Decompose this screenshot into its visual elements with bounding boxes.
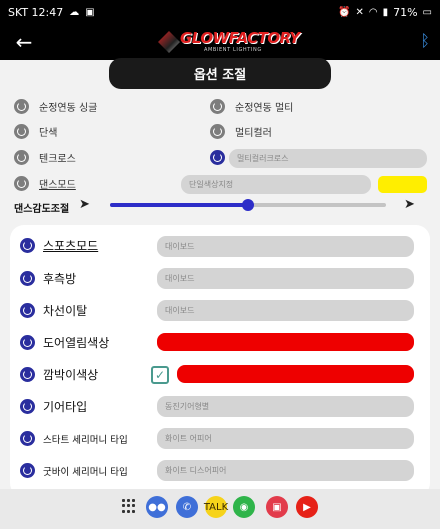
option-label: 순정연동 싱글 [39,103,98,114]
option-oem-multi[interactable]: 순정연동 멀티 [210,99,293,114]
single-color-field[interactable]: 단일색상지정 [181,175,371,194]
battery-text: 71% [393,6,418,19]
dance-sensitivity-label: 댄스감도조절 [14,204,70,215]
rear-side-field[interactable]: 대이보드 [157,268,414,289]
radio-selected-icon[interactable] [20,431,35,446]
option-single-color[interactable]: 단색 [14,124,57,139]
arrow-left-icon[interactable]: ➤ [79,197,90,212]
row-label: 스타트 세리머니 타입 [43,434,128,446]
radio-icon[interactable] [210,99,225,114]
kakaotalk-icon[interactable]: TALK [204,496,228,518]
option-oem-single[interactable]: 순정연동 싱글 [14,99,97,114]
option-multi-color[interactable]: 멀티컬러 [210,124,272,139]
slider-thumb[interactable] [242,199,254,211]
radio-icon[interactable] [210,124,225,139]
messages-icon[interactable]: ●● [146,496,168,518]
back-arrow-icon[interactable]: ← [12,28,36,56]
phone-icon[interactable]: ✆ [176,496,198,518]
arrow-right-icon[interactable]: ➤ [404,197,415,212]
settings-panel [10,225,430,497]
row-sport-mode[interactable]: 스포츠모드 [20,237,98,254]
start-ceremony-field[interactable]: 화이트 어피어 [157,428,414,449]
sport-mode-field[interactable]: 대이보드 [157,236,414,257]
app-dock: ●● ✆ TALK ◉ ▣ ▶ [0,489,440,529]
door-open-color-bar[interactable] [157,333,414,351]
bluetooth-icon[interactable]: ᛒ [420,31,430,50]
row-blinker-color[interactable]: 깜박이색상 [20,366,98,383]
logo-wordmark: GLOWFACTORY [180,29,300,47]
radio-selected-icon[interactable] [20,335,35,350]
radio-selected-icon[interactable] [210,150,225,165]
radio-selected-icon[interactable] [20,271,35,286]
wifi-icon: ◠ [368,7,378,18]
option-label: 순정연동 멀티 [235,103,294,114]
radio-icon[interactable] [14,99,29,114]
row-label: 도어열림색상 [43,336,110,350]
alarm-icon: ⏰ [338,7,351,18]
gallery-icon: ▣ [85,7,95,18]
radio-icon[interactable] [14,150,29,165]
app-bar: ← GLOWFACTORY AMBIENT LIGHTING ᛒ [0,26,440,60]
slider-fill [110,203,248,207]
battery-icon: ▭ [422,7,432,18]
radio-icon[interactable] [14,124,29,139]
row-label: 스포츠모드 [43,239,99,253]
row-gear-type[interactable]: 기어타입 [20,398,87,415]
option-label: 단색 [39,128,58,139]
goodbye-ceremony-field[interactable]: 화이트 디스어피어 [157,460,414,481]
row-label: 차선이탈 [43,304,88,318]
row-label: 굿바이 세리머니 타입 [43,466,128,478]
mute-icon: ✕ [355,7,364,18]
row-start-ceremony[interactable]: 스타트 세리머니 타입 [20,431,128,446]
row-door-open-color[interactable]: 도어열림색상 [20,334,109,351]
option-ten-cross[interactable]: 텐크로스 [14,150,76,165]
carrier-time: SKT 12:47 [8,6,64,19]
row-label: 깜박이색상 [43,368,99,382]
screen-record-icon[interactable]: ▣ [266,496,288,518]
option-label: 텐크로스 [39,154,76,165]
row-label: 후측방 [43,272,77,286]
notification-icon: ☁ [69,7,80,18]
row-rear-side[interactable]: 후측방 [20,270,76,287]
app-drawer-icon[interactable] [122,499,136,513]
radio-selected-icon[interactable] [20,399,35,414]
option-label: 댄스모드 [39,180,76,191]
page-title: 옵션 조절 [109,58,331,89]
multi-color-cross-field[interactable]: 멀티컬러크로스 [229,149,427,168]
radio-icon[interactable] [14,176,29,191]
radio-selected-icon[interactable] [20,463,35,478]
logo-mark-icon [158,31,180,53]
youtube-icon[interactable]: ▶ [296,496,318,518]
blinker-color-bar[interactable] [177,365,414,383]
signal-icon: ▮ [382,7,389,18]
row-lane-departure[interactable]: 차선이탈 [20,302,87,319]
gear-type-field[interactable]: 동진기어형별 [157,396,414,417]
radio-selected-icon[interactable] [20,238,35,253]
option-label: 멀티컬러 [235,128,272,139]
logo-tagline: AMBIENT LIGHTING [204,47,262,53]
radio-selected-icon[interactable] [20,303,35,318]
dance-sensitivity-slider[interactable] [110,199,386,211]
row-goodbye-ceremony[interactable]: 굿바이 세리머니 타입 [20,463,128,478]
dance-color-swatch[interactable] [378,176,427,193]
glowfactory-logo: GLOWFACTORY AMBIENT LIGHTING [158,29,300,55]
camera-app-icon[interactable]: ◉ [233,496,255,518]
blinker-checkbox[interactable]: ✓ [151,366,169,384]
radio-selected-icon[interactable] [20,367,35,382]
lane-departure-field[interactable]: 대이보드 [157,300,414,321]
status-bar: SKT 12:47 ☁ ▣ ⏰ ✕ ◠ ▮ 71% ▭ [0,0,440,26]
option-dance-mode[interactable]: 댄스모드 [14,176,76,191]
row-label: 기어타입 [43,400,88,414]
